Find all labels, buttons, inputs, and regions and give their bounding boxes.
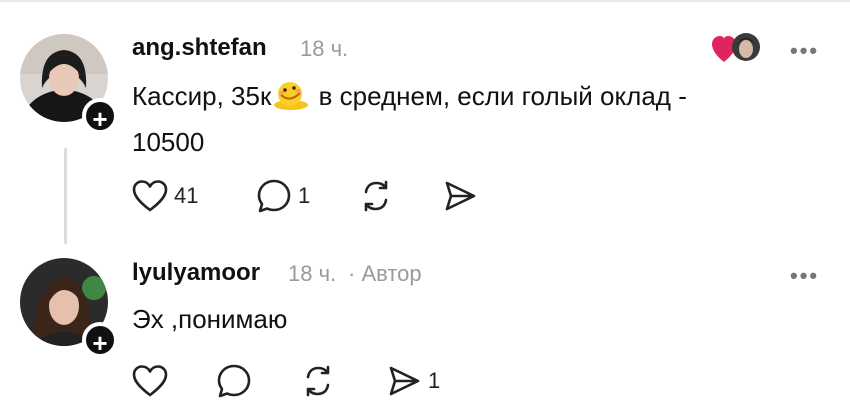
reply-count: 1 bbox=[298, 183, 311, 208]
share-button[interactable]: 1 bbox=[386, 361, 440, 401]
like-button[interactable] bbox=[132, 361, 174, 401]
reply-button[interactable]: 1 bbox=[256, 176, 310, 216]
post-text-line-2: 10500 bbox=[132, 127, 205, 157]
follow-plus-button[interactable]: + bbox=[82, 322, 118, 358]
like-count: 41 bbox=[174, 183, 199, 208]
post-time: 18 ч. bbox=[300, 36, 349, 61]
share-button[interactable] bbox=[442, 176, 478, 216]
thread-post-1: + ang.shtefan 18 ч. ••• Кассир, 35к в ср… bbox=[0, 0, 850, 245]
post-text-part-2: в среднем, если голый оклад - bbox=[311, 81, 687, 111]
post-body: Кассир, 35к в среднем, если голый оклад … bbox=[132, 76, 822, 162]
thread-connector-line bbox=[64, 148, 67, 244]
avatar-lyulyamoor[interactable]: + bbox=[20, 258, 118, 358]
follow-plus-button[interactable]: + bbox=[82, 98, 118, 134]
liked-by-author-indicator[interactable] bbox=[710, 30, 770, 66]
like-button[interactable]: 41 bbox=[132, 176, 198, 216]
repost-button[interactable] bbox=[358, 176, 394, 216]
thread-post-2: + lyulyamoor 18 ч. · Автор ••• Эх ,поним… bbox=[0, 245, 850, 420]
post-text-part-1: Кассир, 35к bbox=[132, 81, 272, 111]
heart-icon bbox=[132, 180, 168, 212]
repost-icon bbox=[364, 180, 388, 212]
comment-icon bbox=[257, 179, 291, 213]
post-actions: 1 bbox=[132, 361, 532, 401]
more-options-button[interactable]: ••• bbox=[790, 263, 819, 289]
username[interactable]: ang.shtefan bbox=[132, 34, 267, 62]
more-options-button[interactable]: ••• bbox=[790, 38, 819, 64]
send-icon bbox=[445, 181, 476, 211]
melting-face-emoji-icon bbox=[273, 79, 309, 122]
send-icon bbox=[389, 366, 420, 396]
post-actions: 41 1 bbox=[132, 176, 532, 216]
author-tag: · Автор bbox=[348, 261, 422, 286]
reply-button[interactable] bbox=[216, 361, 258, 401]
repost-button[interactable] bbox=[300, 361, 336, 401]
repost-icon bbox=[306, 365, 330, 397]
avatar-ang-shtefan[interactable]: + bbox=[20, 34, 118, 134]
share-count: 1 bbox=[428, 368, 441, 393]
post-body: Эх ,понимаю bbox=[132, 304, 288, 334]
username[interactable]: lyulyamoor bbox=[132, 259, 260, 287]
heart-icon bbox=[132, 365, 168, 397]
post-time: 18 ч. bbox=[288, 261, 337, 286]
comment-icon bbox=[217, 364, 251, 398]
